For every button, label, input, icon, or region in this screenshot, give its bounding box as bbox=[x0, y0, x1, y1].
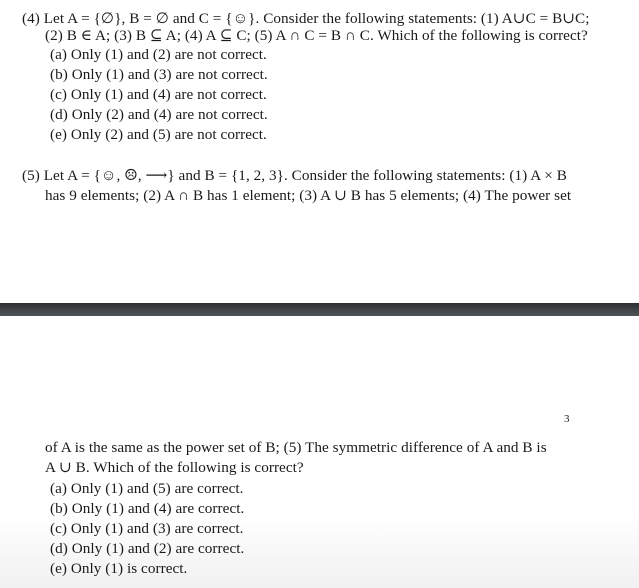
page-number: 3 bbox=[564, 413, 570, 425]
page-break-divider bbox=[0, 303, 639, 316]
question-4-option-a: (a) Only (1) and (2) are not correct. bbox=[50, 46, 267, 63]
question-5-continued-line-1: of A is the same as the power set of B; … bbox=[45, 439, 547, 456]
question-4-option-c: (c) Only (1) and (4) are not correct. bbox=[50, 86, 267, 103]
question-4-line-2: (2) B ∈ A; (3) B ⊆ A; (4) A ⊆ C; (5) A ∩… bbox=[45, 27, 588, 44]
question-5-option-e: (e) Only (1) is correct. bbox=[50, 560, 188, 577]
question-5-option-b: (b) Only (1) and (4) are correct. bbox=[50, 500, 245, 517]
question-5-option-c: (c) Only (1) and (3) are correct. bbox=[50, 520, 244, 537]
question-4-option-e: (e) Only (2) and (5) are not correct. bbox=[50, 126, 267, 143]
question-5-line-1: (5) Let A = {☺, ☹, ⟶} and B = {1, 2, 3}.… bbox=[22, 167, 567, 184]
question-5-line-2: has 9 elements; (2) A ∩ B has 1 element;… bbox=[45, 187, 572, 204]
question-5-option-d: (d) Only (1) and (2) are correct. bbox=[50, 540, 245, 557]
question-4-option-b: (b) Only (1) and (3) are not correct. bbox=[50, 66, 268, 83]
question-4-option-d: (d) Only (2) and (4) are not correct. bbox=[50, 106, 268, 123]
question-4-line-1: (4) Let A = {∅}, B = ∅ and C = {☺}. Cons… bbox=[22, 10, 590, 27]
page-top: (4) Let A = {∅}, B = ∅ and C = {☺}. Cons… bbox=[0, 0, 639, 303]
question-5-option-a: (a) Only (1) and (5) are correct. bbox=[50, 480, 244, 497]
question-5-continued-line-2: A ∪ B. Which of the following is correct… bbox=[45, 459, 304, 476]
